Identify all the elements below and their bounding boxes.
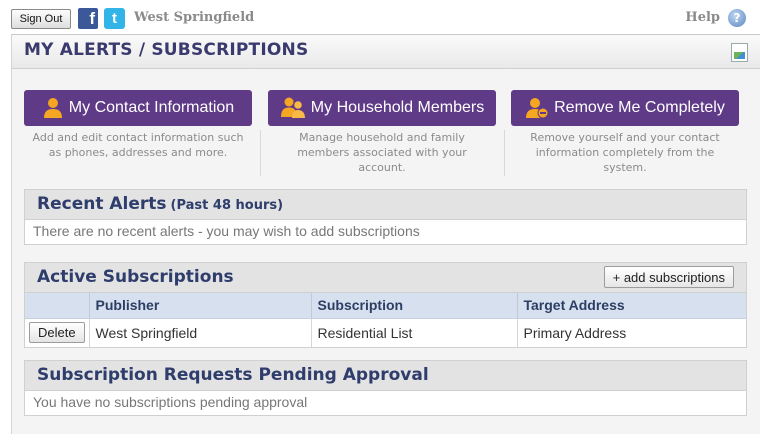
contact-info-description: Add and edit contact information such as… bbox=[32, 131, 244, 159]
recent-alerts-header: Recent Alerts (Past 48 hours) bbox=[25, 190, 746, 220]
top-bar: Sign Out f t West Springfield Help ? bbox=[0, 0, 760, 36]
my-contact-information-label: My Contact Information bbox=[68, 99, 235, 116]
people-icon bbox=[280, 97, 306, 119]
remove-me-completely-button[interactable]: Remove Me Completely bbox=[511, 90, 739, 126]
facebook-icon[interactable]: f bbox=[78, 8, 98, 29]
pending-approval-header: Subscription Requests Pending Approval bbox=[25, 361, 746, 391]
remove-me-description: Remove yourself and your contact informa… bbox=[530, 131, 720, 174]
household-description: Manage household and family members asso… bbox=[297, 131, 467, 174]
action-buttons: My Contact Information Add and edit cont… bbox=[24, 90, 739, 180]
publisher-cell: West Springfield bbox=[89, 318, 312, 347]
column-header-publisher: Publisher bbox=[89, 293, 312, 319]
active-subscriptions-section: Active Subscriptions + add subscriptions… bbox=[24, 262, 747, 348]
recent-alerts-title: Recent Alerts (Past 48 hours) bbox=[37, 194, 283, 214]
broken-image-icon bbox=[731, 43, 748, 62]
person-remove-icon bbox=[525, 97, 549, 119]
twitter-icon[interactable]: t bbox=[104, 8, 125, 29]
pending-approval-title: Subscription Requests Pending Approval bbox=[37, 365, 429, 385]
pending-approval-message: You have no subscriptions pending approv… bbox=[25, 391, 746, 415]
help-icon[interactable]: ? bbox=[728, 9, 746, 27]
add-subscriptions-button[interactable]: + add subscriptions bbox=[603, 266, 734, 288]
column-header-subscription: Subscription bbox=[311, 293, 518, 319]
remove-me-completely-label: Remove Me Completely bbox=[554, 99, 725, 116]
my-contact-information-button[interactable]: My Contact Information bbox=[24, 90, 252, 126]
person-icon bbox=[42, 97, 64, 119]
recent-alerts-section: Recent Alerts (Past 48 hours) There are n… bbox=[24, 189, 747, 245]
town-name: West Springfield bbox=[134, 10, 255, 25]
help-link[interactable]: Help bbox=[685, 10, 720, 25]
recent-alerts-title-text: Recent Alerts bbox=[37, 194, 167, 214]
column-header-action bbox=[25, 293, 90, 319]
my-household-members-label: My Household Members bbox=[310, 99, 485, 116]
remove-me-action: Remove Me Completely Remove yourself and… bbox=[511, 90, 739, 175]
target-address-cell: Primary Address bbox=[523, 324, 627, 341]
subscription-cell: Residential List bbox=[311, 318, 518, 347]
page-title: MY ALERTS / SUBSCRIPTIONS bbox=[24, 40, 309, 60]
my-household-members-button[interactable]: My Household Members bbox=[268, 90, 496, 126]
table-row: Delete West Springfield Residential List… bbox=[25, 318, 746, 347]
divider bbox=[260, 130, 261, 176]
pending-approval-section: Subscription Requests Pending Approval Y… bbox=[24, 360, 747, 416]
column-header-target-address: Target Address bbox=[517, 293, 746, 319]
active-subscriptions-header: Active Subscriptions + add subscriptions bbox=[25, 263, 746, 293]
delete-button[interactable]: Delete bbox=[29, 322, 85, 344]
contact-info-action: My Contact Information Add and edit cont… bbox=[24, 90, 252, 160]
divider bbox=[504, 130, 505, 176]
panel-header: MY ALERTS / SUBSCRIPTIONS bbox=[12, 35, 760, 69]
recent-alerts-message: There are no recent alerts - you may wis… bbox=[25, 220, 746, 244]
active-subscriptions-title: Active Subscriptions bbox=[37, 267, 234, 287]
household-action: My Household Members Manage household an… bbox=[268, 90, 496, 175]
subscriptions-table: Publisher Subscription Target Address De… bbox=[25, 293, 746, 347]
recent-alerts-subtitle: (Past 48 hours) bbox=[170, 198, 284, 213]
row-action-cell: Delete bbox=[25, 318, 90, 347]
sign-out-button[interactable]: Sign Out bbox=[11, 9, 71, 29]
table-header-row: Publisher Subscription Target Address bbox=[25, 293, 746, 319]
